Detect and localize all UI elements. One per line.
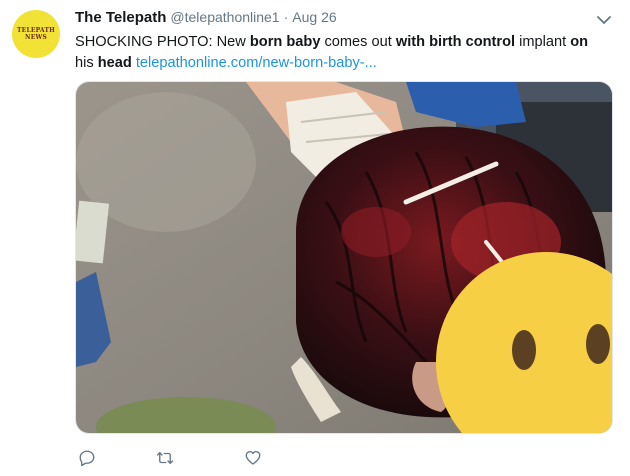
- heart-icon[interactable]: [241, 446, 265, 470]
- tweet-text-segment: implant: [515, 34, 571, 50]
- tweet-header: The Telepath @telepathonline1 · Aug 26: [75, 9, 337, 29]
- chevron-down-icon[interactable]: [596, 12, 612, 28]
- tweet-card[interactable]: TELEPATH NEWS The Telepath @telepathonli…: [0, 0, 630, 476]
- tweet-photo[interactable]: [75, 81, 613, 434]
- tweet-text-segment: SHOCKING PHOTO: New: [75, 34, 250, 50]
- tweet-text-bold: on: [570, 34, 589, 50]
- avatar-line-1: TELEPATH: [17, 27, 55, 34]
- tweet-text-segment: comes out: [320, 34, 396, 50]
- user-handle[interactable]: @telepathonline1: [170, 9, 279, 25]
- avatar[interactable]: TELEPATH NEWS: [12, 10, 60, 58]
- tweet-text-segment: his: [75, 55, 98, 71]
- tweet-text: SHOCKING PHOTO: New born baby comes out …: [75, 32, 610, 74]
- photo-newborn-with-implant-image: [76, 82, 612, 433]
- separator-dot: ·: [283, 9, 289, 25]
- tweet-date[interactable]: Aug 26: [292, 9, 336, 25]
- tweet-text-bold: with birth control: [395, 34, 516, 50]
- display-name[interactable]: The Telepath: [75, 9, 166, 26]
- tweet-text-bold: born baby: [249, 34, 321, 50]
- tweet-link[interactable]: telepathonline.com/new-born-baby-...: [136, 55, 377, 71]
- retweet-icon[interactable]: [153, 446, 177, 470]
- avatar-line-2: NEWS: [25, 34, 47, 41]
- reply-icon[interactable]: [75, 446, 99, 470]
- tweet-text-bold: head: [97, 55, 132, 71]
- tweet-actions: [75, 446, 265, 470]
